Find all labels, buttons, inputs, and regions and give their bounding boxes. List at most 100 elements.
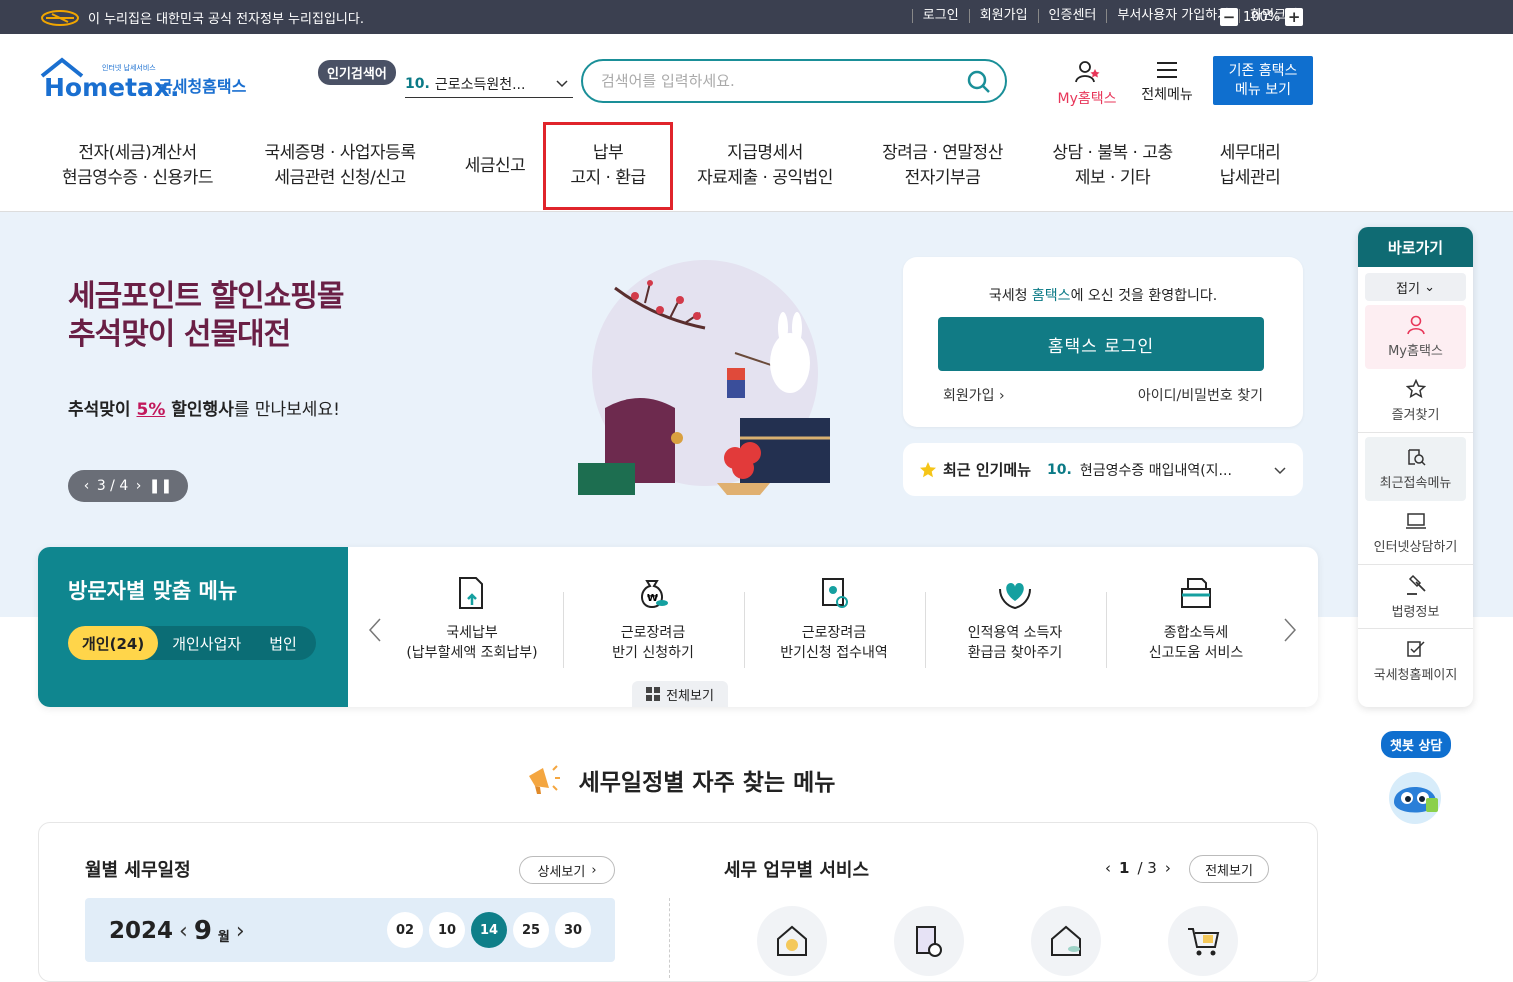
visitor-tabs: 개인(24) 개인사업자 법인 <box>68 626 316 660</box>
visitor-view-all-button[interactable]: 전체보기 <box>632 681 728 707</box>
prev-banner-icon[interactable]: ‹ <box>84 478 90 494</box>
service-view-all-button[interactable]: 전체보기 <box>1189 855 1269 883</box>
next-banner-icon[interactable]: › <box>136 478 142 494</box>
popular-menu-label: 최근 인기메뉴 <box>943 461 1032 479</box>
day-chip[interactable]: 02 <box>387 912 423 948</box>
hometax-login-button[interactable]: 홈택스 로그인 <box>938 317 1264 371</box>
chatbot-mascot-icon[interactable] <box>1386 768 1444 826</box>
old-menu-line1: 기존 홈택스 <box>1228 63 1298 79</box>
service-cart-icon[interactable] <box>1168 906 1238 976</box>
prev-page-icon[interactable]: ‹ <box>1105 859 1111 877</box>
chevron-right-icon[interactable] <box>1283 617 1297 643</box>
service-page-current: 1 <box>1119 859 1130 877</box>
star-outline-icon <box>1405 378 1426 398</box>
cert-center-link[interactable]: 인증센터 <box>1037 9 1107 23</box>
quick-links-title: 바로가기 <box>1358 227 1473 267</box>
nav-label-1: 세무대리 <box>1219 143 1281 163</box>
next-page-icon[interactable]: › <box>1165 859 1171 877</box>
quick-nts-homepage[interactable]: 국세청홈페이지 <box>1358 629 1473 693</box>
gov-notice: 이 누리집은 대한민국 공식 전자정부 누리집입니다. <box>40 8 364 27</box>
visitor-item-eitc-apply[interactable]: ₩ 근로장려금 반기 신청하기 <box>563 575 743 663</box>
house-coin-icon <box>1051 925 1081 956</box>
zoom-level: 100% <box>1243 9 1281 25</box>
nav-e-invoice[interactable]: 전자(세금)계산서 현금영수증 · 신용카드 <box>55 122 220 210</box>
tab-individual[interactable]: 개인(24) <box>68 626 159 660</box>
detail-view-button[interactable]: 상세보기 › <box>519 856 615 884</box>
quick-favorites[interactable]: 즐겨찾기 <box>1358 369 1473 433</box>
year-label: 2024 <box>109 918 174 944</box>
nav-payment[interactable]: 납부 고지 · 환급 <box>543 122 673 210</box>
tab-corporation[interactable]: 법인 <box>255 626 311 660</box>
join-link-panel[interactable]: 회원가입 › <box>943 385 1005 405</box>
day-chip[interactable]: 30 <box>555 912 591 948</box>
day-chip[interactable]: 10 <box>429 912 465 948</box>
quick-law-info[interactable]: 법령정보 <box>1358 565 1473 629</box>
tab-sole-proprietor[interactable]: 개인사업자 <box>158 626 255 660</box>
chatbot-label[interactable]: 챗봇 상담 <box>1381 731 1452 758</box>
search-box <box>581 59 1007 103</box>
hero-title[interactable]: 세금포인트 할인쇼핑몰 추석맞이 선물대전 <box>68 278 344 354</box>
view-all-label: 전체보기 <box>666 688 714 704</box>
visitor-item-refund-finder[interactable]: 인적용역 소득자 환급금 찾아주기 <box>925 575 1105 663</box>
login-link[interactable]: 로그인 <box>911 9 969 23</box>
service-house-coin-icon[interactable] <box>1031 906 1101 976</box>
find-id-password-link[interactable]: 아이디/비밀번호 찾기 <box>1138 385 1263 405</box>
nav-label-2: 제보 · 기타 <box>1074 168 1151 188</box>
main-nav: 전자(세금)계산서 현금영수증 · 신용카드 국세증명 · 사업자등록 세금관련 신… <box>0 122 1513 212</box>
schedule-section-title: 세무일정별 자주 찾는 메뉴 <box>0 762 1360 797</box>
quick-label: 국세청홈페이지 <box>1373 668 1458 683</box>
zoom-in-button[interactable]: + <box>1285 8 1304 26</box>
all-menu-button[interactable]: 전체메뉴 <box>1136 60 1198 104</box>
nav-tax-agent[interactable]: 세무대리 납세관리 <box>1205 122 1295 210</box>
visitor-item-line2: 반기 신청하기 <box>612 645 694 661</box>
service-house-tax-icon[interactable] <box>757 906 827 976</box>
hero-sub-post: 를 만나보세요! <box>233 400 340 420</box>
my-hometax-button[interactable]: My홈택스 <box>1054 60 1120 108</box>
zoom-out-button[interactable]: − <box>1220 8 1238 26</box>
banner-pager: ‹ 3 / 4 › ❚❚ <box>68 470 188 502</box>
welcome-brand: 홈택스 <box>1031 288 1071 304</box>
day-chip[interactable]: 25 <box>513 912 549 948</box>
nav-incentive[interactable]: 장려금 · 연말정산 전자기부금 <box>870 122 1015 210</box>
pause-icon[interactable]: ❚❚ <box>149 478 172 494</box>
prev-month-icon[interactable]: ‹ <box>179 919 188 944</box>
nav-consult[interactable]: 상담 · 불복 · 고충 제보 · 기타 <box>1040 122 1185 210</box>
service-pager: ‹ 1 / 3 › <box>1105 859 1171 877</box>
visitor-item-income-tax-help[interactable]: 종합소득세 신고도움 서비스 <box>1106 575 1286 663</box>
nav-tax-return[interactable]: 세금신고 <box>455 122 535 210</box>
quick-online-consult[interactable]: 인터넷상담하기 <box>1358 501 1473 565</box>
star-icon <box>920 461 936 477</box>
welcome-text: 국세청 홈택스에 오신 것을 환영합니다. <box>903 285 1303 305</box>
divider <box>669 898 670 978</box>
heart-hands-icon <box>999 583 1031 610</box>
nav-payment-statement[interactable]: 지급명세서 자료제출 · 공익법인 <box>690 122 840 210</box>
next-month-icon[interactable]: › <box>236 919 245 944</box>
quick-recent-menu[interactable]: 최근접속메뉴 <box>1365 437 1466 501</box>
search-input[interactable] <box>601 72 941 90</box>
search-icon[interactable] <box>967 70 991 94</box>
hero-sub-mid: 할인행사 <box>165 400 234 420</box>
hot-keyword-dropdown[interactable]: 10. 근로소득원천... <box>405 70 573 98</box>
nav-label-2: 세금관련 신청/신고 <box>274 168 406 188</box>
visitor-menu-title: 방문자별 맞춤 메뉴 <box>68 579 238 603</box>
fold-button[interactable]: 접기 ⌄ <box>1365 273 1466 301</box>
join-link[interactable]: 회원가입 <box>968 9 1038 23</box>
quick-label: 최근접속메뉴 <box>1379 476 1452 491</box>
service-document-won-icon[interactable] <box>894 906 964 976</box>
popular-menu-ticker[interactable]: 최근 인기메뉴 10. 현금영수증 매입내역(지... <box>903 443 1303 496</box>
visitor-item-eitc-history[interactable]: 근로장려금 반기신청 접수내역 <box>744 575 924 663</box>
quick-my-hometax[interactable]: My홈택스 <box>1365 305 1466 369</box>
popular-menu-rank: 10. <box>1047 461 1072 478</box>
old-menu-button[interactable]: 기존 홈택스 메뉴 보기 <box>1213 56 1313 105</box>
nav-certificate[interactable]: 국세증명 · 사업자등록 세금관련 신청/신고 <box>255 122 425 210</box>
visitor-item-line2: 환급금 찾아주기 <box>967 645 1063 661</box>
hometax-logo[interactable]: 인터넷 납세서비스 Hometax. 국세청홈택스 <box>40 56 255 108</box>
chevron-left-icon[interactable] <box>368 617 382 643</box>
day-chip-selected[interactable]: 14 <box>471 912 507 948</box>
month-unit: 월 <box>217 929 230 945</box>
visitor-item-tax-payment[interactable]: 국세납부 (납부할세액 조회납부) <box>382 575 562 663</box>
visitor-menu-header: 방문자별 맞춤 메뉴 개인(24) 개인사업자 법인 <box>38 547 348 707</box>
logo-tagline: 인터넷 납세서비스 <box>102 63 156 72</box>
recent-search-icon <box>1407 449 1426 466</box>
nav-label-2: 고지 · 환급 <box>570 168 646 188</box>
